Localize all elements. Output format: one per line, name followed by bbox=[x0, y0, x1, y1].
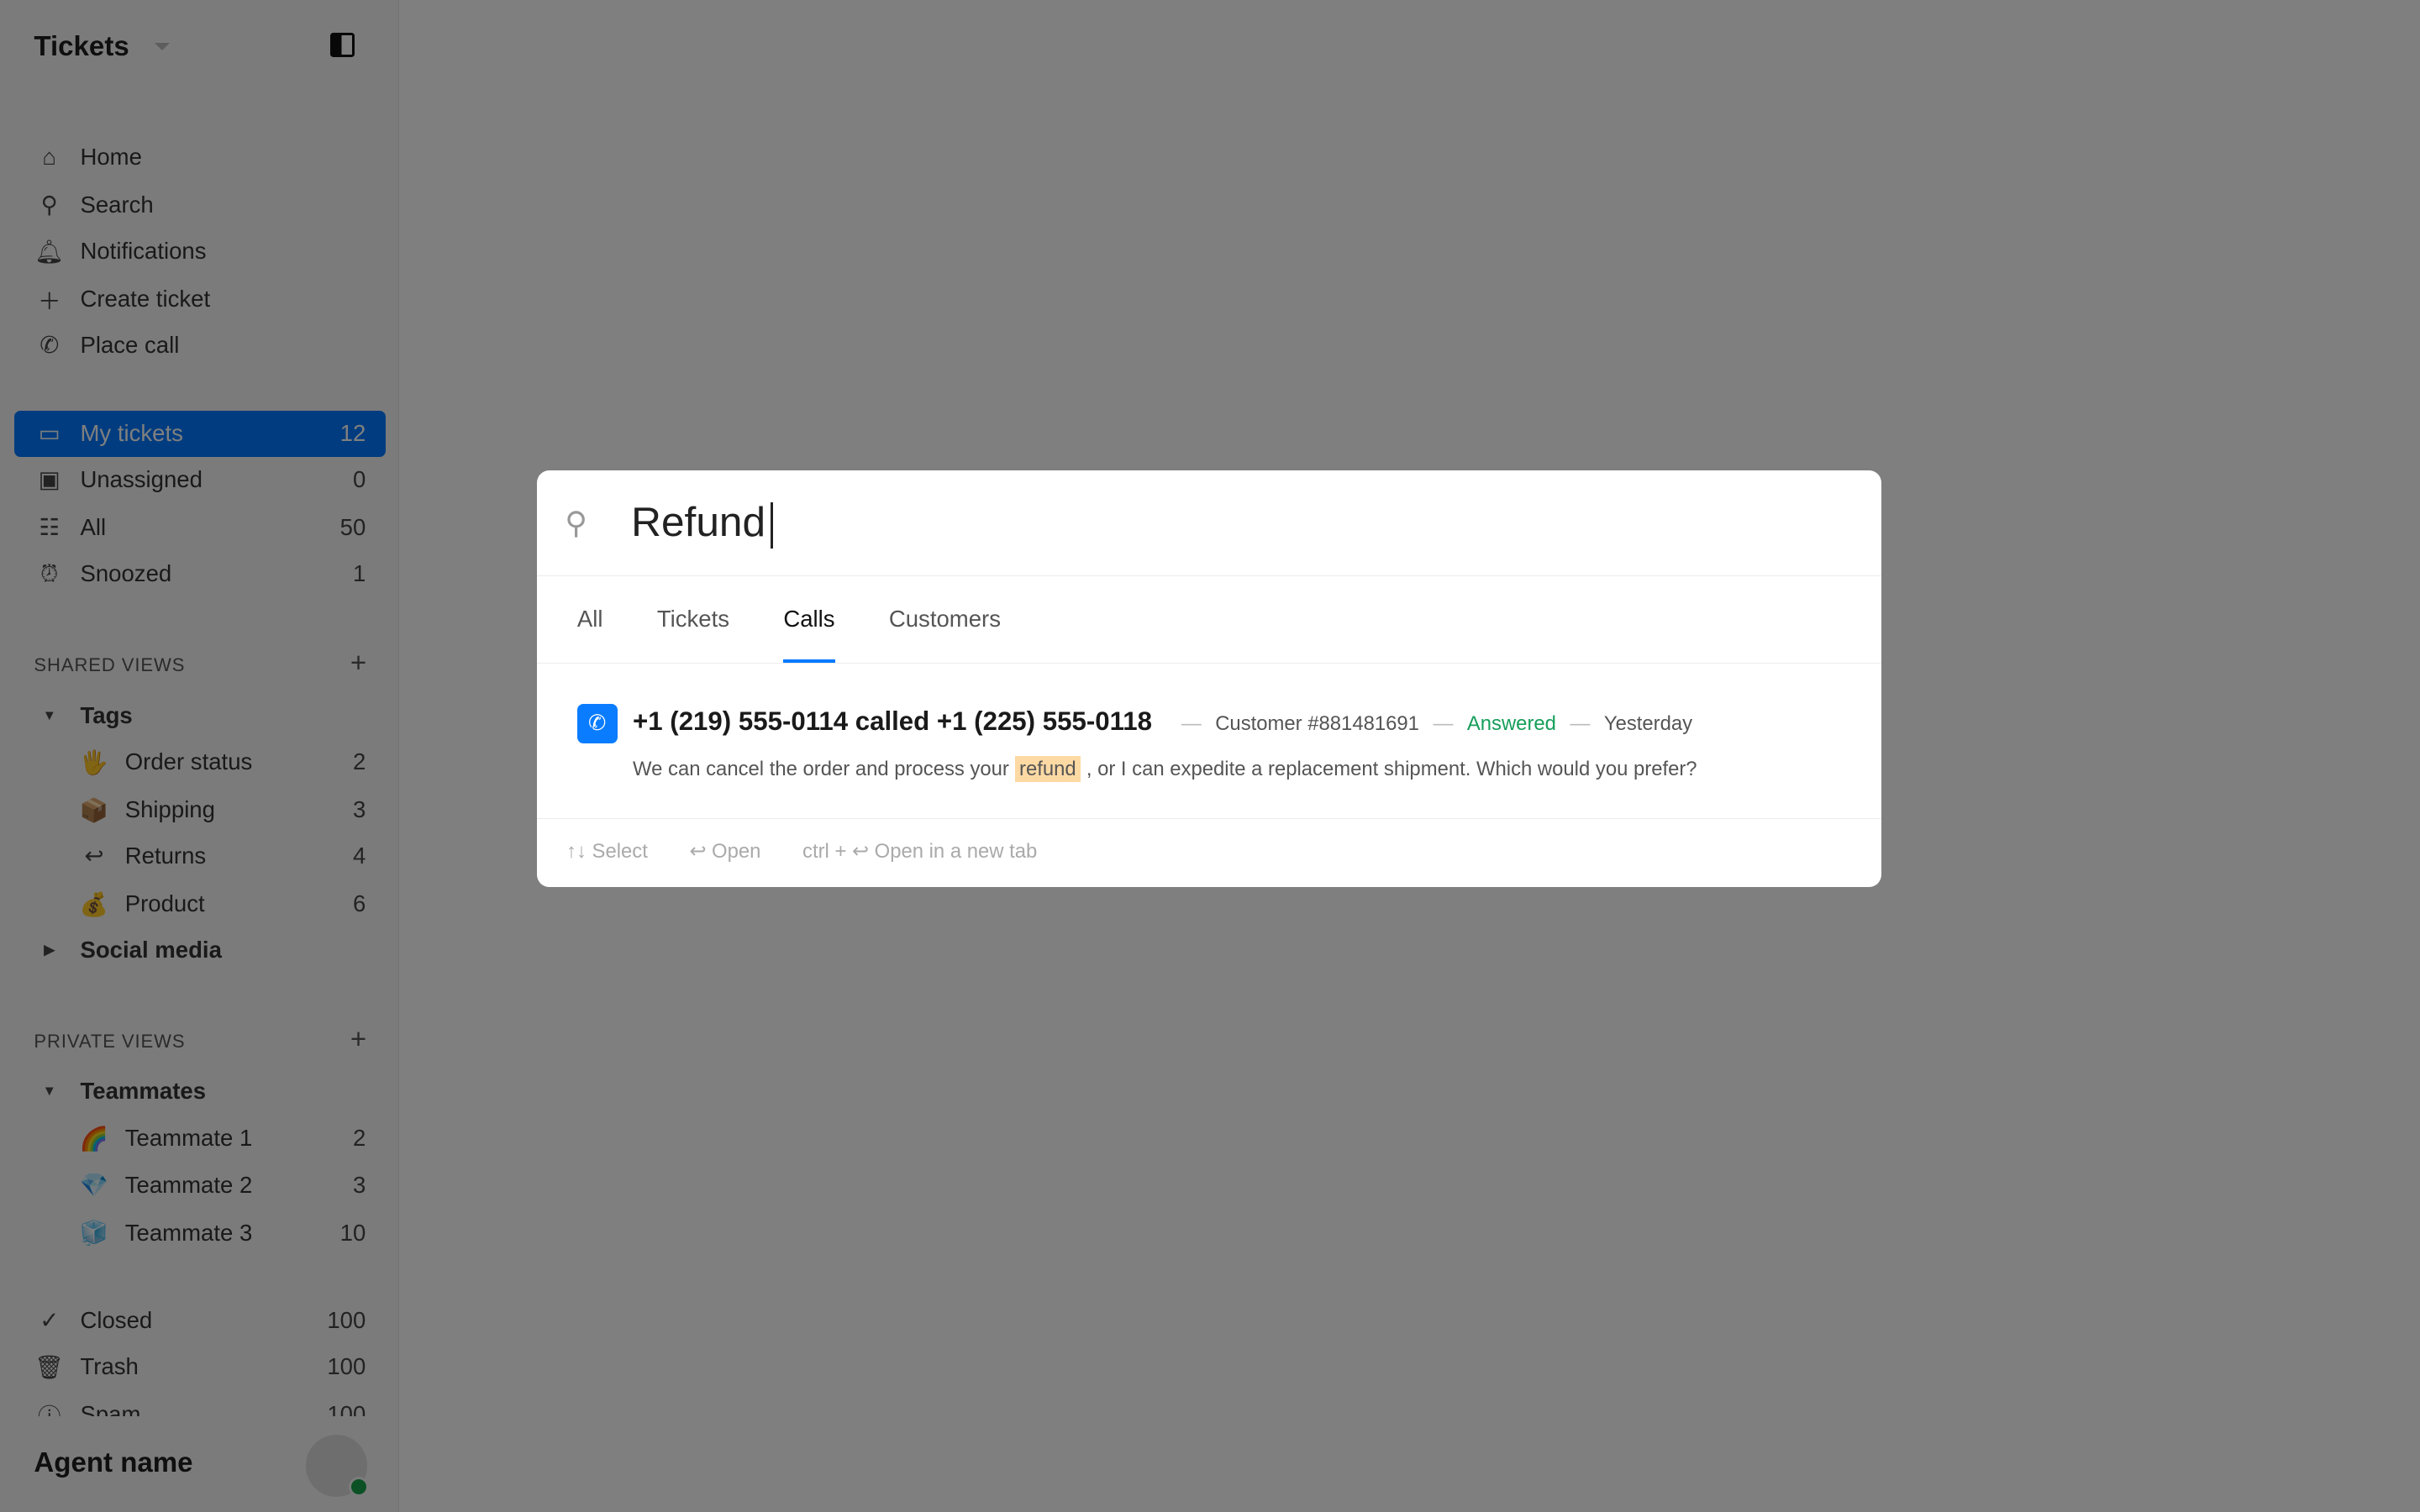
timestamp: Yesterday bbox=[1603, 712, 1693, 736]
search-bar: ⚲ Refund bbox=[537, 470, 1881, 577]
call-result-row[interactable]: ✆ +1 (219) 555-0114 called +1 (225) 555-… bbox=[537, 664, 1881, 819]
text-cursor bbox=[770, 501, 774, 549]
tab-all[interactable]: All bbox=[577, 576, 603, 663]
result-snippet: We can cancel the order and process your… bbox=[633, 756, 1697, 782]
separator: — bbox=[1570, 712, 1591, 736]
search-modal: ⚲ Refund All Tickets Calls Customers ✆ +… bbox=[537, 470, 1881, 888]
call-title: +1 (219) 555-0114 called +1 (225) 555-01… bbox=[633, 706, 1152, 737]
tab-customers[interactable]: Customers bbox=[889, 576, 1001, 663]
tab-calls[interactable]: Calls bbox=[783, 576, 836, 663]
hint-select: ↑↓ Select bbox=[566, 839, 648, 863]
result-tabs: All Tickets Calls Customers bbox=[537, 576, 1881, 664]
result-header: +1 (219) 555-0114 called +1 (225) 555-01… bbox=[633, 706, 1692, 737]
hint-open: ↩ Open bbox=[689, 839, 761, 863]
separator: — bbox=[1181, 712, 1202, 736]
customer-id: Customer #881481691 bbox=[1215, 712, 1419, 736]
keyboard-hints: ↑↓ Select ↩ Open ctrl + ↩ Open in a new … bbox=[537, 819, 1881, 884]
app: Tickets ⌂Home ⚲Search 🔔︎Notifications ＋C… bbox=[0, 0, 2420, 1512]
search-icon: ⚲ bbox=[565, 506, 588, 541]
hint-open-new-tab: ctrl + ↩ Open in a new tab bbox=[802, 839, 1038, 863]
phone-icon: ✆ bbox=[576, 703, 618, 744]
search-input[interactable]: Refund bbox=[631, 497, 774, 549]
match-highlight: refund bbox=[1014, 756, 1081, 782]
separator: — bbox=[1433, 712, 1454, 736]
status-badge: Answered bbox=[1466, 712, 1556, 736]
tab-tickets[interactable]: Tickets bbox=[657, 576, 729, 663]
